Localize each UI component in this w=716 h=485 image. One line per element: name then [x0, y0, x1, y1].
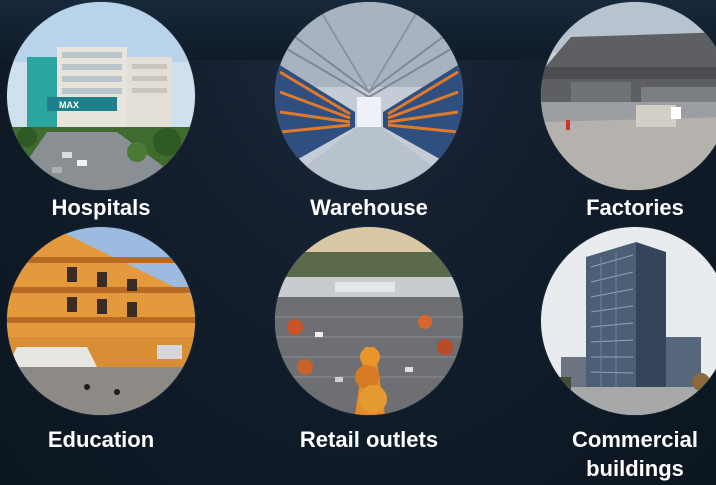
hospital-image: MAX [7, 2, 195, 190]
label-commercial-buildings: Commercial buildings [572, 427, 698, 481]
label-education: Education [47, 427, 155, 452]
education-image [7, 227, 195, 415]
label-retail-outlets: Retail outlets [299, 427, 439, 452]
retail-image [275, 227, 463, 415]
factory-image [541, 2, 716, 190]
label-hospitals: Hospitals [51, 195, 151, 220]
hospital-sign-text: MAX [59, 100, 79, 110]
warehouse-image [275, 2, 463, 190]
label-factories: Factories [586, 195, 684, 220]
commercial-image [541, 227, 716, 415]
label-warehouse: Warehouse [310, 195, 428, 220]
